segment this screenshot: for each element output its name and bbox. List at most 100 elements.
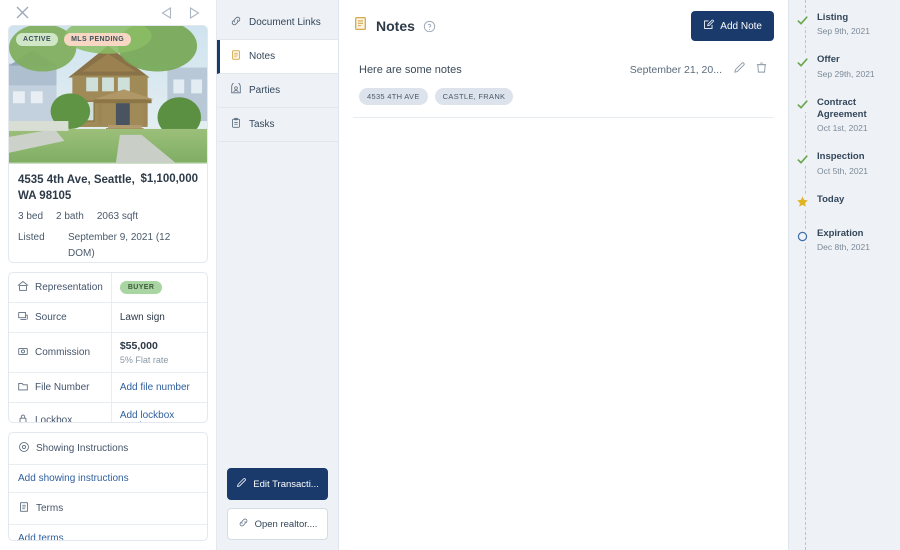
detail-value-file-number[interactable]: Add file number — [111, 372, 207, 402]
previous-record-icon[interactable] — [156, 3, 176, 23]
property-card: ACTIVE MLS PENDING 4535 4th Ave, Seattle… — [8, 25, 208, 263]
property-baths: 2 bath — [56, 211, 84, 223]
detail-value-lockbox[interactable]: Add lockbox number — [111, 402, 207, 422]
table-row[interactable]: Commission $55,000 5% Flat rate — [9, 332, 207, 373]
timeline-date: Dec 8th, 2021 — [817, 242, 870, 253]
property-photo-image — [9, 26, 207, 163]
add-terms-link[interactable]: Add terms — [18, 533, 64, 540]
add-showing-instructions-link[interactable]: Add showing instructions — [18, 473, 129, 484]
note-tag[interactable]: 4535 4TH AVE — [359, 88, 428, 105]
timeline-item-offer[interactable]: Offer Sep 29th, 2021 — [795, 54, 894, 79]
check-icon — [795, 55, 809, 70]
add-terms-row[interactable]: Add terms — [9, 525, 207, 540]
terms-header: Terms — [9, 493, 207, 526]
timeline-label: Contract Agreement — [817, 96, 867, 121]
timeline-label: Listing — [817, 12, 849, 23]
folder-icon — [17, 380, 29, 395]
timeline-date: Oct 5th, 2021 — [817, 165, 869, 176]
app-root: ACTIVE MLS PENDING 4535 4th Ave, Seattle… — [0, 0, 900, 550]
tasks-icon — [230, 117, 242, 132]
note-tag[interactable]: CASTLE, FRANK — [434, 88, 514, 105]
document-icon — [18, 501, 30, 516]
sidebar-item-label: Parties — [249, 85, 281, 96]
add-note-button[interactable]: Add Note — [691, 11, 774, 41]
table-row[interactable]: Source Lawn sign — [9, 302, 207, 333]
timeline-item-inspection[interactable]: Inspection Oct 5th, 2021 — [795, 151, 894, 176]
sidebar-item-label: Notes — [249, 51, 276, 62]
property-photo[interactable]: ACTIVE MLS PENDING — [9, 26, 207, 165]
open-realtor-label: Open realtor.... — [254, 518, 318, 530]
table-row[interactable]: File Number Add file number — [9, 372, 207, 403]
showing-instructions-card: Showing Instructions Add showing instruc… — [8, 432, 208, 541]
edit-transaction-button[interactable]: Edit Transacti... — [227, 468, 328, 500]
detail-value-commission: $55,000 5% Flat rate — [111, 332, 207, 372]
sidebar-item-label: Tasks — [249, 119, 275, 130]
timeline-date: Oct 1st, 2021 — [817, 123, 868, 134]
help-icon[interactable] — [423, 20, 436, 33]
transaction-details-card: Representation BUYER Source Lawn sign Co… — [8, 271, 208, 424]
timeline-item-listing[interactable]: Listing Sep 9th, 2021 — [795, 12, 894, 36]
property-beds: 3 bed — [18, 211, 44, 223]
property-info: 4535 4th Ave, Seattle, WA 98105 $1,100,0… — [9, 164, 207, 263]
pencil-icon — [236, 477, 247, 491]
sidebar-item-parties[interactable]: Parties — [217, 74, 338, 108]
compose-icon — [703, 19, 715, 33]
link-icon — [230, 15, 242, 30]
representation-pill: BUYER — [119, 280, 163, 294]
section-nav-panel: Document Links Notes Parties Tasks Edit … — [217, 0, 339, 550]
section-nav-list: Document Links Notes Parties Tasks — [217, 6, 338, 142]
mls-value: 1836671 — [68, 262, 107, 263]
check-icon — [795, 13, 809, 27]
note-date: September 21, 20... — [629, 64, 722, 76]
property-specs: 3 bed 2 bath 2063 sqft — [18, 211, 198, 222]
circle-outline-icon — [795, 229, 809, 244]
notes-header: Notes Add Note — [353, 10, 774, 42]
edit-note-icon[interactable] — [733, 61, 746, 79]
table-row[interactable]: Lockbox Add lockbox number — [9, 402, 207, 423]
property-sqft: 2063 sqft — [96, 211, 138, 223]
source-icon — [17, 310, 29, 325]
external-link-icon — [238, 517, 249, 531]
list-item[interactable]: Here are some notes September 21, 20... — [353, 53, 774, 118]
property-meta: Listed September 9, 2021 (12 DOM) MLS ID… — [18, 230, 198, 263]
sidebar-item-notes[interactable]: Notes — [217, 40, 338, 74]
detail-value-source: Lawn sign — [119, 311, 165, 323]
listed-value: September 9, 2021 (12 DOM) — [68, 232, 171, 260]
table-row[interactable]: Representation BUYER — [9, 272, 207, 303]
commission-amount: $55,000 — [119, 339, 158, 352]
add-showing-instructions-row[interactable]: Add showing instructions — [9, 465, 207, 494]
notes-content-panel: Notes Add Note Here are some notes Septe… — [339, 0, 788, 550]
open-realtor-button[interactable]: Open realtor.... — [227, 508, 328, 540]
next-record-icon[interactable] — [184, 3, 204, 23]
mls-label: MLS ID — [18, 262, 58, 263]
close-icon[interactable] — [12, 3, 32, 23]
timeline-item-contract-agreement[interactable]: Contract Agreement Oct 1st, 2021 — [795, 96, 894, 134]
status-badges: ACTIVE MLS PENDING — [16, 33, 132, 47]
notes-icon — [353, 16, 368, 36]
delete-note-icon[interactable] — [755, 61, 768, 79]
note-text: Here are some notes — [359, 64, 462, 76]
listed-label: Listed — [18, 232, 45, 244]
star-icon — [795, 194, 809, 209]
timeline-item-expiration[interactable]: Expiration Dec 8th, 2021 — [795, 228, 894, 253]
home-icon — [17, 280, 29, 295]
sidebar-item-document-links[interactable]: Document Links — [217, 6, 338, 40]
milestone-timeline: Listing Sep 9th, 2021 Offer Sep 29th, 20… — [788, 0, 900, 550]
sidebar-item-tasks[interactable]: Tasks — [217, 108, 338, 142]
commission-icon — [17, 345, 29, 360]
timeline-label: Inspection — [817, 151, 865, 163]
parties-icon — [230, 81, 242, 98]
check-icon — [795, 97, 809, 112]
record-nav — [156, 3, 204, 23]
detail-label-commission: Commission — [9, 332, 112, 373]
property-address: 4535 4th Ave, Seattle, WA 98105 — [18, 174, 135, 202]
notes-list: Here are some notes September 21, 20... — [353, 53, 774, 118]
add-note-label: Add Note — [720, 20, 762, 32]
showing-instructions-header: Showing Instructions — [9, 433, 207, 466]
timeline-item-today[interactable]: Today — [795, 194, 894, 209]
detail-label-source: Source — [9, 302, 112, 333]
add-file-number-link[interactable]: Add file number — [120, 382, 190, 393]
add-lockbox-link[interactable]: Add lockbox number — [120, 410, 174, 422]
panel-actions: Edit Transacti... Open realtor.... — [217, 468, 338, 550]
